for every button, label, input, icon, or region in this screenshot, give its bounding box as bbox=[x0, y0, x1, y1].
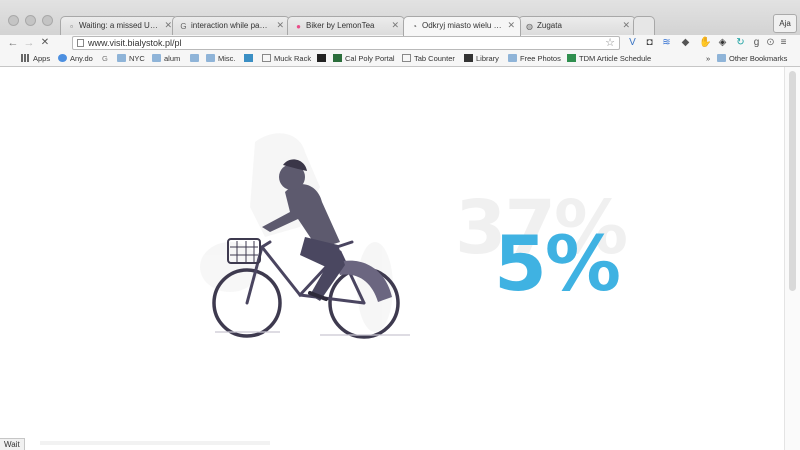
page-icon bbox=[262, 54, 271, 62]
hand-icon[interactable]: ✋ bbox=[699, 37, 711, 48]
menu-icon[interactable]: ≡ bbox=[778, 37, 789, 48]
folder-icon bbox=[508, 54, 517, 62]
tab-close-icon[interactable]: ✕ bbox=[507, 20, 515, 31]
status-ghost-text bbox=[40, 441, 270, 445]
page-icon bbox=[402, 54, 411, 62]
tab-title: interaction while page load... bbox=[191, 21, 271, 30]
scrollbar-thumb[interactable] bbox=[789, 71, 796, 291]
vertical-scrollbar[interactable] bbox=[784, 67, 800, 450]
stop-loading-icon[interactable]: ✕ bbox=[38, 36, 52, 50]
bookmark-apps[interactable]: Apps bbox=[21, 54, 50, 63]
dribbble-icon: ● bbox=[296, 22, 301, 31]
bookmark-google[interactable]: G bbox=[102, 54, 108, 63]
bookmark-folder[interactable] bbox=[190, 54, 202, 63]
tab-title: Odkryj miasto wielu kultur bbox=[422, 21, 502, 30]
bookmark-tdm-article-schedule[interactable]: TDM Article Schedule bbox=[567, 54, 651, 63]
bookmark-free-photos[interactable]: Free Photos bbox=[508, 54, 561, 63]
library-icon bbox=[464, 54, 473, 62]
address-bar[interactable]: www.visit.bialystok.pl/pl ☆ bbox=[72, 36, 620, 50]
tab-5[interactable]: ◍ Zugata ✕ bbox=[518, 16, 636, 35]
browser-window: ▫ Waiting: a missed UX opp... ✕ G intera… bbox=[0, 0, 800, 450]
doc-icon: ▫ bbox=[70, 22, 73, 31]
bookmark-medium[interactable] bbox=[317, 54, 329, 63]
bookmark-cal-poly-portal[interactable]: Cal Poly Portal bbox=[333, 54, 395, 63]
bookmark-library[interactable]: Library bbox=[464, 54, 499, 63]
url-text: www.visit.bialystok.pl/pl bbox=[88, 38, 182, 48]
bookmark-nyc[interactable]: NYC bbox=[117, 54, 145, 63]
profile-button[interactable]: Aja bbox=[773, 14, 797, 33]
bookmark-wordpress[interactable] bbox=[244, 54, 256, 63]
tab-title: Waiting: a missed UX opp... bbox=[79, 21, 159, 30]
extension-icon[interactable]: ◈ bbox=[717, 37, 728, 48]
google-icon: G bbox=[180, 22, 187, 31]
other-bookmarks[interactable]: Other Bookmarks bbox=[717, 54, 787, 63]
zoom-window-button[interactable] bbox=[42, 15, 53, 26]
back-icon[interactable]: ← bbox=[6, 36, 20, 50]
refresh-ext-icon[interactable]: ↻ bbox=[735, 37, 746, 48]
folder-icon bbox=[190, 54, 199, 62]
new-tab-button[interactable] bbox=[633, 16, 655, 35]
bookmark-anydo[interactable]: Any.do bbox=[58, 54, 93, 63]
tab-strip: ▫ Waiting: a missed UX opp... ✕ G intera… bbox=[0, 0, 800, 36]
globe-icon: ◍ bbox=[526, 22, 533, 31]
bookmark-alum[interactable]: alum bbox=[152, 54, 180, 63]
tab-close-icon[interactable]: ✕ bbox=[391, 20, 399, 31]
loading-icon: ◔ bbox=[412, 22, 417, 31]
tab-title: Zugata bbox=[537, 21, 562, 30]
folder-icon bbox=[117, 54, 126, 62]
calpoly-icon bbox=[333, 54, 342, 62]
tab-close-icon[interactable]: ✕ bbox=[276, 20, 284, 31]
bookmark-tab-counter[interactable]: Tab Counter bbox=[402, 54, 455, 63]
anydo-icon bbox=[58, 54, 67, 62]
goodreads-icon[interactable]: g bbox=[751, 37, 762, 48]
toolbar: ← → ✕ www.visit.bialystok.pl/pl ☆ V ◘ ≋ … bbox=[0, 35, 800, 52]
apps-icon bbox=[21, 54, 30, 62]
tab-close-icon[interactable]: ✕ bbox=[622, 20, 630, 31]
forward-icon[interactable]: → bbox=[22, 36, 36, 50]
bookmark-muck-rack[interactable]: Muck Rack bbox=[262, 54, 311, 63]
evernote-icon[interactable]: ◆ bbox=[680, 37, 691, 48]
bookmark-misc[interactable]: Misc. bbox=[206, 54, 236, 63]
folder-icon bbox=[717, 54, 726, 62]
page-icon bbox=[77, 39, 84, 47]
folder-icon bbox=[152, 54, 161, 62]
folder-icon bbox=[206, 54, 215, 62]
sheet-icon bbox=[567, 54, 576, 62]
wordpress-icon bbox=[244, 54, 253, 62]
tab-1[interactable]: ▫ Waiting: a missed UX opp... ✕ bbox=[60, 16, 178, 35]
tab-3[interactable]: ● Biker by LemonTea ✕ bbox=[287, 16, 405, 35]
page-content: 37% 5% bbox=[0, 67, 784, 450]
minimize-window-button[interactable] bbox=[25, 15, 36, 26]
vimeo-icon[interactable]: V bbox=[627, 37, 638, 48]
pocket-icon[interactable]: ◘ bbox=[644, 37, 655, 48]
buffer-icon[interactable]: ≋ bbox=[661, 37, 672, 48]
tab-close-icon[interactable]: ✕ bbox=[164, 20, 172, 31]
loading-percent: 5% bbox=[494, 219, 621, 308]
biker-illustration bbox=[200, 133, 410, 339]
settings-ext-icon[interactable]: ⊙ bbox=[765, 37, 776, 48]
bookmarks-overflow-button[interactable]: » bbox=[706, 54, 710, 63]
bookmarks-bar: Apps Any.do G NYC alum Misc. Muck Rack C… bbox=[0, 52, 800, 67]
status-bubble: Wait bbox=[0, 438, 25, 450]
tab-4-active[interactable]: ◔ Odkryj miasto wielu kultur ✕ bbox=[403, 16, 521, 36]
tab-2[interactable]: G interaction while page load... ✕ bbox=[172, 16, 290, 35]
tab-title: Biker by LemonTea bbox=[306, 21, 375, 30]
bookmark-star-icon[interactable]: ☆ bbox=[605, 36, 615, 49]
medium-icon bbox=[317, 54, 326, 62]
close-window-button[interactable] bbox=[8, 15, 19, 26]
google-icon: G bbox=[102, 54, 108, 63]
